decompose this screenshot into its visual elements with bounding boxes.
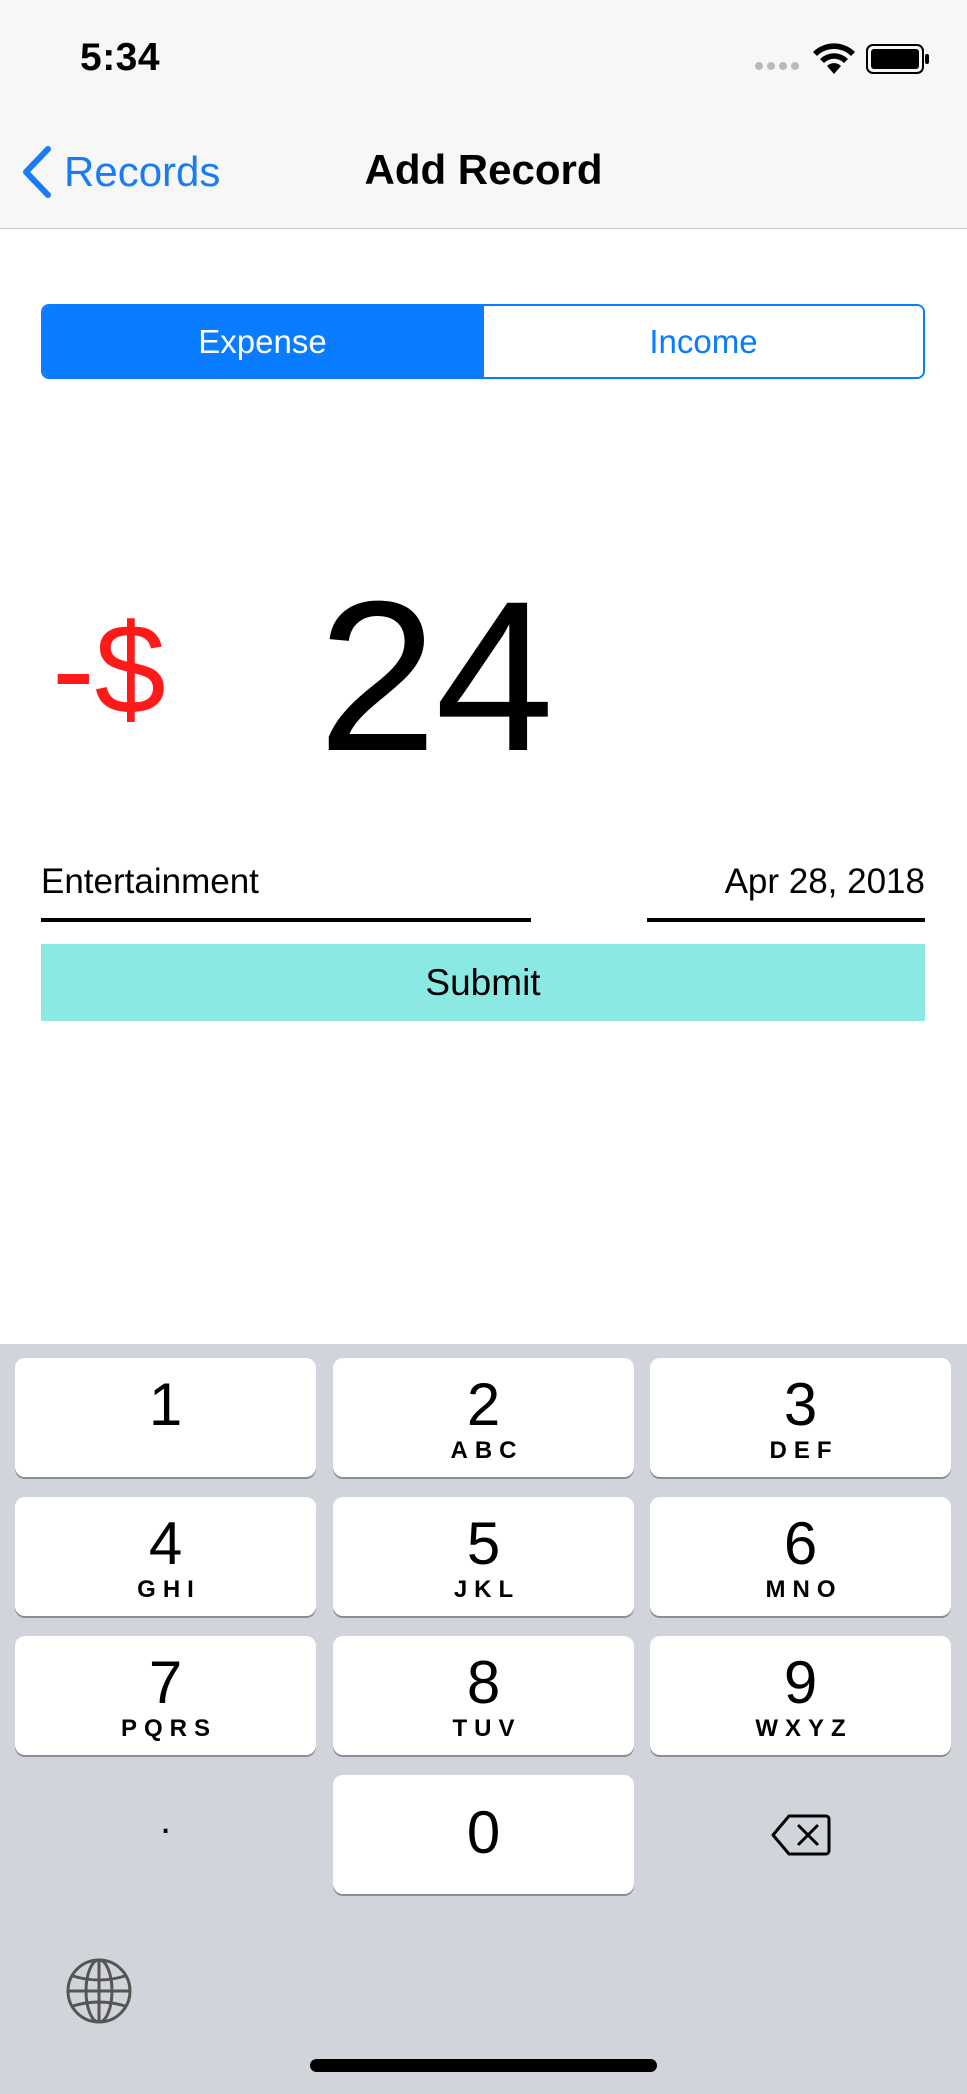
key-letters: MNO [765,1576,843,1603]
key-7[interactable]: 7 PQRS [15,1636,316,1755]
globe-icon[interactable] [64,1956,134,2026]
home-indicator [310,2059,657,2072]
key-digit: 7 [148,1649,183,1716]
key-digit: 1 [148,1371,183,1438]
key-8[interactable]: 8 TUV [333,1636,634,1755]
key-digit: 8 [466,1649,501,1716]
key-digit: 5 [466,1510,501,1577]
currency-sign: -$ [52,598,166,741]
key-digit: 9 [783,1649,818,1716]
wifi-icon [813,43,855,74]
key-digit: 0 [466,1799,501,1866]
key-digit: 2 [466,1371,501,1438]
page-title: Add Record [364,146,603,193]
key-letters: WXYZ [755,1715,853,1742]
submit-button[interactable]: Submit [41,944,925,1021]
amount-field[interactable]: 24 [318,570,554,784]
key-0[interactable]: 0 [333,1775,634,1894]
key-letters: ABC [450,1437,524,1464]
key-letters: DEF [769,1437,839,1464]
key-2[interactable]: 2 ABC [333,1358,634,1477]
key-digit: 6 [783,1510,818,1577]
key-3[interactable]: 3 DEF [650,1358,951,1477]
key-9[interactable]: 9 WXYZ [650,1636,951,1755]
battery-icon [866,44,929,74]
key-letters: TUV [452,1715,522,1742]
key-letters: PQRS [120,1715,217,1742]
key-letters: GHI [137,1576,201,1603]
delete-key[interactable] [650,1775,951,1894]
key-digit: 3 [783,1371,818,1438]
delete-backspace-icon [771,1814,830,1855]
key-letters: JKL [453,1576,521,1603]
cellular-signal-icon [755,62,803,72]
record-type-segmented-control: Expense Income [41,304,925,379]
key-1[interactable]: 1 [15,1358,316,1477]
key-digit: 4 [148,1510,183,1577]
navigation-bar: 5:34 Records Add Record [0,0,967,229]
date-field[interactable]: Apr 28, 2018 [647,860,925,922]
segment-expense[interactable]: Expense [43,306,482,377]
category-field[interactable]: Entertainment [41,860,531,922]
status-time: 5:34 [80,36,161,79]
segment-income[interactable]: Income [482,306,923,377]
key-4[interactable]: 4 GHI [15,1497,316,1616]
key-decimal[interactable]: . [15,1775,316,1894]
key-6[interactable]: 6 MNO [650,1497,951,1616]
key-5[interactable]: 5 JKL [333,1497,634,1616]
